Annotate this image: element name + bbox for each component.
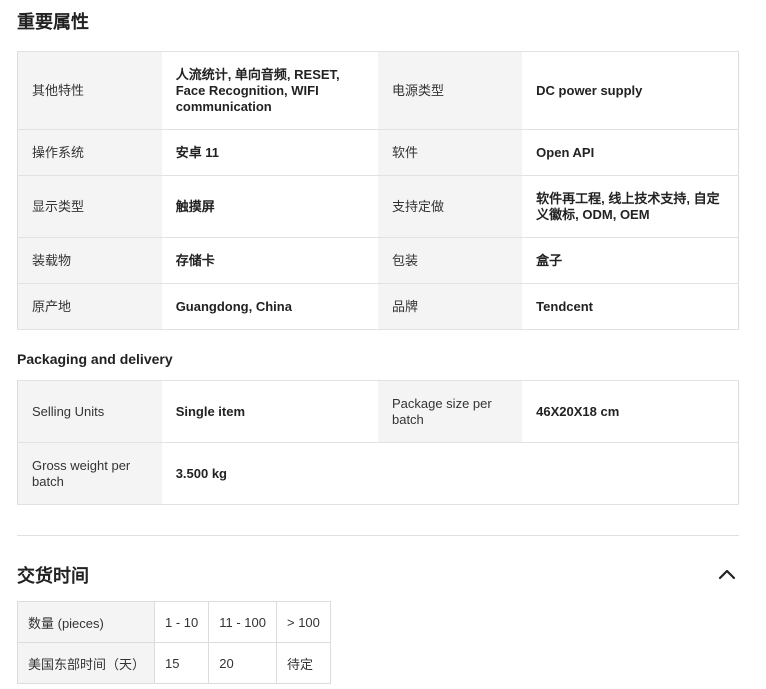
table-row: Selling Units Single item Package size p… (17, 380, 739, 443)
table-row: 装载物 存储卡 包装 盒子 (17, 237, 739, 284)
lead-cell: 待定 (276, 642, 331, 684)
section-divider (17, 535, 739, 536)
attr-label: 原产地 (17, 283, 162, 330)
lead-time-table: 数量 (pieces) 1 - 10 11 - 100 > 100 美国东部时间… (17, 601, 331, 684)
table-row: 显示类型 触摸屏 支持定做 软件再工程, 线上技术支持, 自定义徽标, ODM,… (17, 175, 739, 238)
attr-value: Tendcent (522, 283, 739, 330)
attr-value: 安卓 11 (161, 129, 378, 176)
lead-row-label: 美国东部时间（天） (17, 642, 155, 684)
lead-header-cell: 11 - 100 (208, 601, 277, 643)
pkg-value: 46X20X18 cm (522, 380, 739, 443)
table-row: 操作系统 安卓 11 软件 Open API (17, 129, 739, 176)
attr-label: 操作系统 (17, 129, 162, 176)
page: 重要属性 其他特性 人流统计, 单向音频, RESET, Face Recogn… (0, 0, 766, 689)
attr-label: 其他特性 (17, 51, 162, 130)
attr-label: 显示类型 (17, 175, 162, 238)
table-row: Gross weight per batch 3.500 kg (17, 442, 739, 505)
attr-label: 支持定做 (377, 175, 523, 238)
attr-value: 人流统计, 单向音频, RESET, Face Recognition, WIF… (161, 51, 378, 130)
lead-header-cell: > 100 (276, 601, 331, 643)
pkg-value: 3.500 kg (161, 442, 378, 505)
lead-header-label: 数量 (pieces) (17, 601, 155, 643)
attr-value: Guangdong, China (161, 283, 378, 330)
attr-label: 软件 (377, 129, 523, 176)
pkg-value: Single item (161, 380, 378, 443)
attr-value: DC power supply (522, 51, 739, 130)
attr-label: 电源类型 (377, 51, 523, 130)
lead-time-heading: 交货时间 (17, 566, 89, 586)
key-attributes-heading: 重要属性 (17, 12, 89, 32)
attr-value: 存储卡 (161, 237, 378, 284)
pkg-label: Package size per batch (377, 380, 523, 443)
pkg-empty (522, 442, 739, 505)
table-row: 美国东部时间（天） 15 20 待定 (17, 642, 331, 684)
attr-value: 盒子 (522, 237, 739, 284)
packaging-table: Selling Units Single item Package size p… (17, 380, 739, 505)
attr-label: 装载物 (17, 237, 162, 284)
attr-label: 包装 (377, 237, 523, 284)
pkg-empty (377, 442, 523, 505)
attr-value: 触摸屏 (161, 175, 378, 238)
lead-cell: 15 (153, 642, 210, 684)
lead-cell: 20 (208, 642, 277, 684)
table-row: 数量 (pieces) 1 - 10 11 - 100 > 100 (17, 601, 331, 643)
key-attributes-table: 其他特性 人流统计, 单向音频, RESET, Face Recognition… (17, 51, 739, 330)
lead-header-cell: 1 - 10 (153, 601, 210, 643)
packaging-heading: Packaging and delivery (17, 351, 173, 367)
table-row: 其他特性 人流统计, 单向音频, RESET, Face Recognition… (17, 51, 739, 130)
table-row: 原产地 Guangdong, China 品牌 Tendcent (17, 283, 739, 330)
chevron-up-icon[interactable] (716, 564, 738, 584)
attr-value: 软件再工程, 线上技术支持, 自定义徽标, ODM, OEM (522, 175, 739, 238)
pkg-label: Selling Units (17, 380, 162, 443)
attr-value: Open API (522, 129, 739, 176)
attr-label: 品牌 (377, 283, 523, 330)
pkg-label: Gross weight per batch (17, 442, 162, 505)
